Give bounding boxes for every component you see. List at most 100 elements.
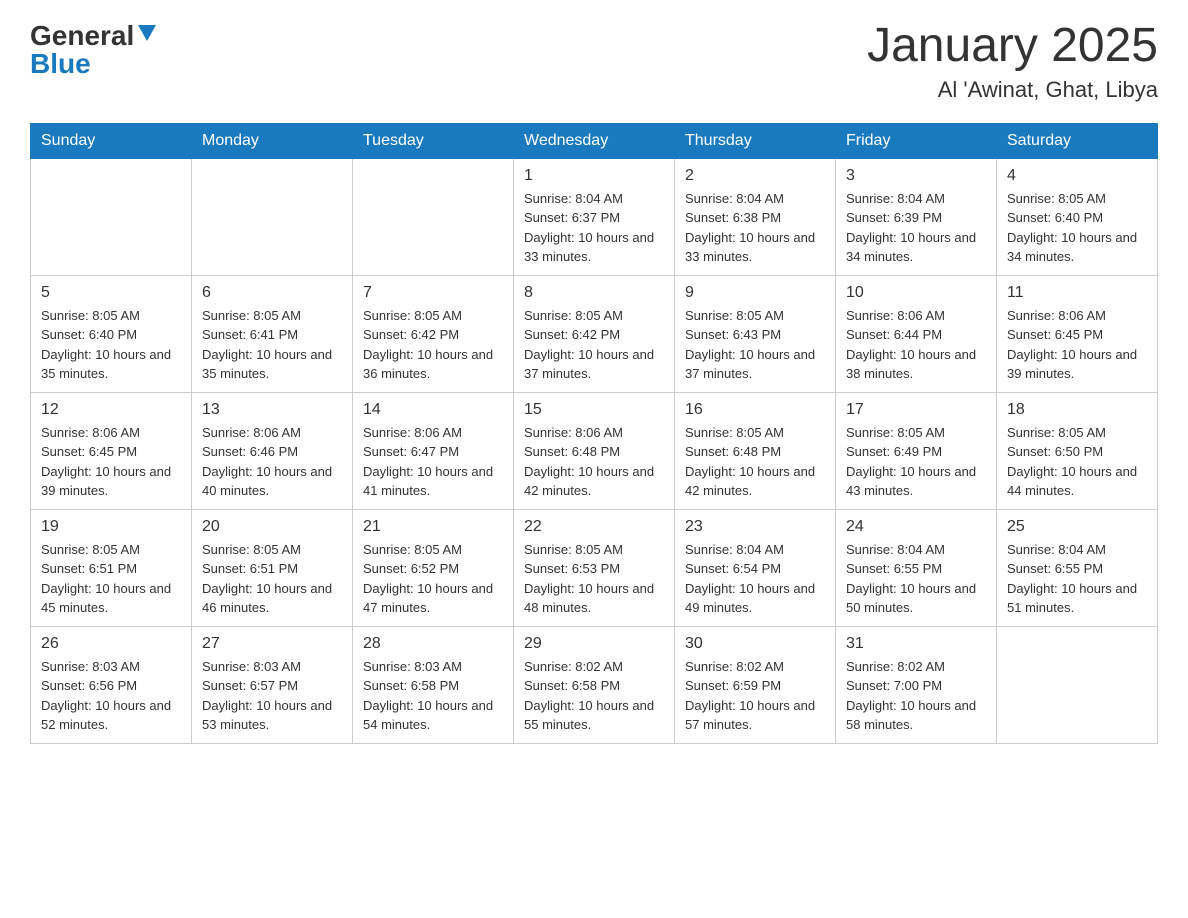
calendar-cell: 20 Sunrise: 8:05 AM Sunset: 6:51 PM Dayli… bbox=[192, 509, 353, 626]
day-number: 26 bbox=[41, 635, 181, 653]
weekday-header-thursday: Thursday bbox=[675, 123, 836, 158]
calendar-cell: 19 Sunrise: 8:05 AM Sunset: 6:51 PM Dayli… bbox=[31, 509, 192, 626]
logo-triangle-icon bbox=[138, 25, 156, 46]
weekday-header-sunday: Sunday bbox=[31, 123, 192, 158]
day-number: 4 bbox=[1007, 167, 1147, 185]
calendar-cell: 29Sunrise: 8:02 AM Sunset: 6:58 PM Dayli… bbox=[514, 626, 675, 743]
day-info: Sunrise: 8:04 AM Sunset: 6:55 PM Dayligh… bbox=[1007, 540, 1147, 618]
day-info: Sunrise: 8:06 AM Sunset: 6:45 PM Dayligh… bbox=[1007, 306, 1147, 384]
location-title: Al 'Awinat, Ghat, Libya bbox=[867, 77, 1158, 103]
page-header: General Blue January 2025 Al 'Awinat, Gh… bbox=[30, 20, 1158, 103]
day-info: Sunrise: 8:05 AM Sunset: 6:50 PM Dayligh… bbox=[1007, 423, 1147, 501]
calendar-cell bbox=[192, 158, 353, 275]
calendar-cell: 27Sunrise: 8:03 AM Sunset: 6:57 PM Dayli… bbox=[192, 626, 353, 743]
day-number: 23 bbox=[685, 518, 825, 536]
day-number: 21 bbox=[363, 518, 503, 536]
day-info: Sunrise: 8:06 AM Sunset: 6:48 PM Dayligh… bbox=[524, 423, 664, 501]
day-number: 3 bbox=[846, 167, 986, 185]
day-info: Sunrise: 8:04 AM Sunset: 6:37 PM Dayligh… bbox=[524, 189, 664, 267]
calendar-cell: 26 Sunrise: 8:03 AM Sunset: 6:56 PM Dayli… bbox=[31, 626, 192, 743]
calendar-cell: 23 Sunrise: 8:04 AM Sunset: 6:54 PM Dayli… bbox=[675, 509, 836, 626]
calendar-cell: 6 Sunrise: 8:05 AM Sunset: 6:41 PM Daylig… bbox=[192, 275, 353, 392]
calendar-cell: 14Sunrise: 8:06 AM Sunset: 6:47 PM Dayli… bbox=[353, 392, 514, 509]
day-info: Sunrise: 8:05 AM Sunset: 6:52 PM Dayligh… bbox=[363, 540, 503, 618]
day-number: 8 bbox=[524, 284, 664, 302]
calendar-week-row: 1 Sunrise: 8:04 AM Sunset: 6:37 PM Daylig… bbox=[31, 158, 1158, 275]
day-info: Sunrise: 8:02 AM Sunset: 7:00 PM Dayligh… bbox=[846, 657, 986, 735]
calendar-cell: 24 Sunrise: 8:04 AM Sunset: 6:55 PM Dayli… bbox=[836, 509, 997, 626]
calendar-cell: 25 Sunrise: 8:04 AM Sunset: 6:55 PM Dayli… bbox=[997, 509, 1158, 626]
day-number: 11 bbox=[1007, 284, 1147, 302]
calendar-cell: 12Sunrise: 8:06 AM Sunset: 6:45 PM Dayli… bbox=[31, 392, 192, 509]
day-number: 16 bbox=[685, 401, 825, 419]
calendar-cell: 16Sunrise: 8:05 AM Sunset: 6:48 PM Dayli… bbox=[675, 392, 836, 509]
day-info: Sunrise: 8:05 AM Sunset: 6:51 PM Dayligh… bbox=[41, 540, 181, 618]
calendar-cell: 1 Sunrise: 8:04 AM Sunset: 6:37 PM Daylig… bbox=[514, 158, 675, 275]
day-number: 30 bbox=[685, 635, 825, 653]
weekday-header-friday: Friday bbox=[836, 123, 997, 158]
calendar-cell: 17 Sunrise: 8:05 AM Sunset: 6:49 PM Dayli… bbox=[836, 392, 997, 509]
day-number: 19 bbox=[41, 518, 181, 536]
weekday-header-monday: Monday bbox=[192, 123, 353, 158]
day-info: Sunrise: 8:05 AM Sunset: 6:40 PM Dayligh… bbox=[41, 306, 181, 384]
day-number: 20 bbox=[202, 518, 342, 536]
day-number: 31 bbox=[846, 635, 986, 653]
calendar-cell: 8 Sunrise: 8:05 AM Sunset: 6:42 PM Daylig… bbox=[514, 275, 675, 392]
day-info: Sunrise: 8:03 AM Sunset: 6:58 PM Dayligh… bbox=[363, 657, 503, 735]
day-info: Sunrise: 8:05 AM Sunset: 6:40 PM Dayligh… bbox=[1007, 189, 1147, 267]
day-number: 1 bbox=[524, 167, 664, 185]
day-number: 7 bbox=[363, 284, 503, 302]
calendar-cell: 9 Sunrise: 8:05 AM Sunset: 6:43 PM Daylig… bbox=[675, 275, 836, 392]
weekday-header-tuesday: Tuesday bbox=[353, 123, 514, 158]
logo: General Blue bbox=[30, 20, 156, 80]
calendar-cell bbox=[997, 626, 1158, 743]
day-number: 18 bbox=[1007, 401, 1147, 419]
calendar-cell: 4 Sunrise: 8:05 AM Sunset: 6:40 PM Daylig… bbox=[997, 158, 1158, 275]
title-block: January 2025 Al 'Awinat, Ghat, Libya bbox=[867, 20, 1158, 103]
day-number: 28 bbox=[363, 635, 503, 653]
calendar-cell: 5 Sunrise: 8:05 AM Sunset: 6:40 PM Daylig… bbox=[31, 275, 192, 392]
weekday-header-wednesday: Wednesday bbox=[514, 123, 675, 158]
day-number: 29 bbox=[524, 635, 664, 653]
day-number: 9 bbox=[685, 284, 825, 302]
day-info: Sunrise: 8:06 AM Sunset: 6:47 PM Dayligh… bbox=[363, 423, 503, 501]
calendar-cell: 15Sunrise: 8:06 AM Sunset: 6:48 PM Dayli… bbox=[514, 392, 675, 509]
day-info: Sunrise: 8:05 AM Sunset: 6:42 PM Dayligh… bbox=[524, 306, 664, 384]
calendar-week-row: 12Sunrise: 8:06 AM Sunset: 6:45 PM Dayli… bbox=[31, 392, 1158, 509]
calendar-cell bbox=[353, 158, 514, 275]
logo-blue-text: Blue bbox=[30, 48, 91, 80]
day-info: Sunrise: 8:06 AM Sunset: 6:45 PM Dayligh… bbox=[41, 423, 181, 501]
calendar-table: SundayMondayTuesdayWednesdayThursdayFrid… bbox=[30, 123, 1158, 744]
calendar-cell: 7 Sunrise: 8:05 AM Sunset: 6:42 PM Daylig… bbox=[353, 275, 514, 392]
day-number: 10 bbox=[846, 284, 986, 302]
day-number: 17 bbox=[846, 401, 986, 419]
calendar-week-row: 19 Sunrise: 8:05 AM Sunset: 6:51 PM Dayli… bbox=[31, 509, 1158, 626]
day-number: 24 bbox=[846, 518, 986, 536]
calendar-cell: 21 Sunrise: 8:05 AM Sunset: 6:52 PM Dayli… bbox=[353, 509, 514, 626]
calendar-cell: 2 Sunrise: 8:04 AM Sunset: 6:38 PM Daylig… bbox=[675, 158, 836, 275]
day-number: 6 bbox=[202, 284, 342, 302]
day-info: Sunrise: 8:05 AM Sunset: 6:43 PM Dayligh… bbox=[685, 306, 825, 384]
calendar-cell bbox=[31, 158, 192, 275]
day-number: 2 bbox=[685, 167, 825, 185]
calendar-cell: 3 Sunrise: 8:04 AM Sunset: 6:39 PM Daylig… bbox=[836, 158, 997, 275]
calendar-cell: 22 Sunrise: 8:05 AM Sunset: 6:53 PM Dayli… bbox=[514, 509, 675, 626]
day-info: Sunrise: 8:04 AM Sunset: 6:55 PM Dayligh… bbox=[846, 540, 986, 618]
weekday-header-saturday: Saturday bbox=[997, 123, 1158, 158]
day-info: Sunrise: 8:03 AM Sunset: 6:56 PM Dayligh… bbox=[41, 657, 181, 735]
calendar-cell: 10Sunrise: 8:06 AM Sunset: 6:44 PM Dayli… bbox=[836, 275, 997, 392]
day-number: 27 bbox=[202, 635, 342, 653]
day-info: Sunrise: 8:05 AM Sunset: 6:41 PM Dayligh… bbox=[202, 306, 342, 384]
calendar-cell: 13Sunrise: 8:06 AM Sunset: 6:46 PM Dayli… bbox=[192, 392, 353, 509]
month-title: January 2025 bbox=[867, 20, 1158, 73]
day-info: Sunrise: 8:05 AM Sunset: 6:42 PM Dayligh… bbox=[363, 306, 503, 384]
day-number: 25 bbox=[1007, 518, 1147, 536]
day-info: Sunrise: 8:05 AM Sunset: 6:53 PM Dayligh… bbox=[524, 540, 664, 618]
day-info: Sunrise: 8:05 AM Sunset: 6:51 PM Dayligh… bbox=[202, 540, 342, 618]
day-number: 5 bbox=[41, 284, 181, 302]
day-info: Sunrise: 8:04 AM Sunset: 6:39 PM Dayligh… bbox=[846, 189, 986, 267]
day-info: Sunrise: 8:04 AM Sunset: 6:54 PM Dayligh… bbox=[685, 540, 825, 618]
day-info: Sunrise: 8:05 AM Sunset: 6:49 PM Dayligh… bbox=[846, 423, 986, 501]
day-info: Sunrise: 8:04 AM Sunset: 6:38 PM Dayligh… bbox=[685, 189, 825, 267]
day-number: 22 bbox=[524, 518, 664, 536]
